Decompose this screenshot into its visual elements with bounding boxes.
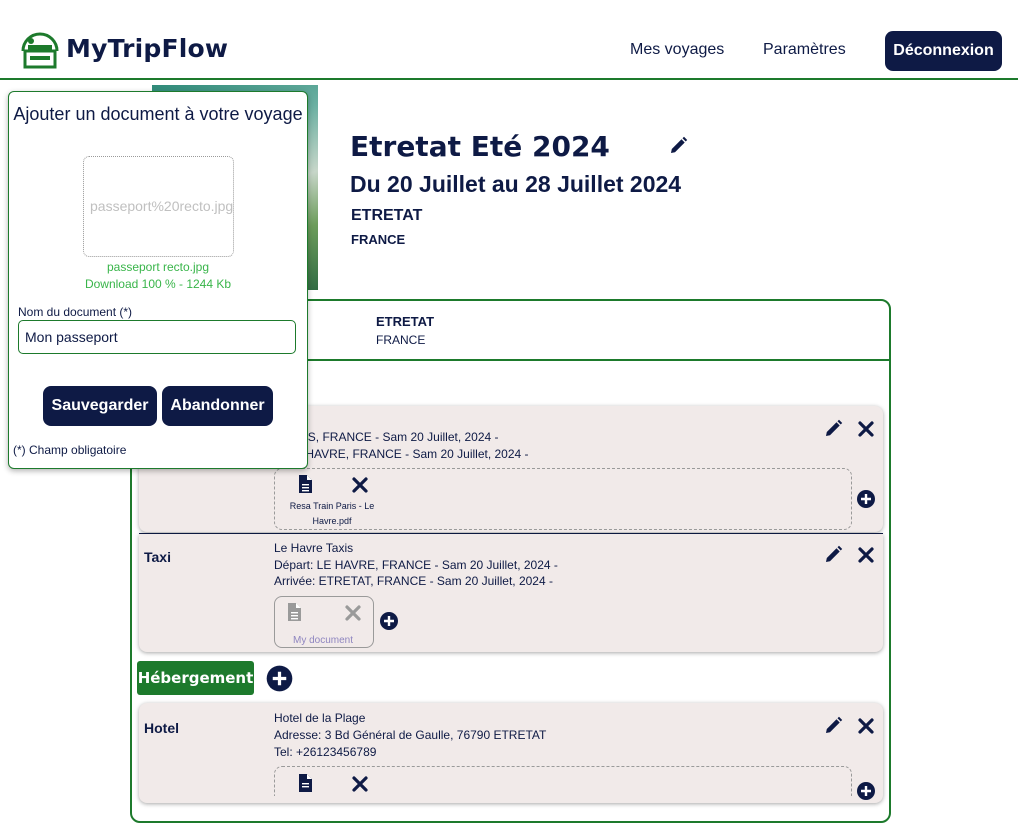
close-icon[interactable] bbox=[350, 475, 370, 495]
trip-dates: Du 20 Juillet au 28 Juillet 2024 bbox=[350, 171, 682, 197]
plus-circle-icon[interactable] bbox=[379, 611, 399, 631]
close-icon[interactable] bbox=[856, 419, 876, 439]
destination-country: FRANCE bbox=[376, 333, 426, 347]
luggage-logo-icon[interactable] bbox=[19, 27, 61, 69]
pencil-icon[interactable] bbox=[668, 136, 688, 156]
close-icon[interactable] bbox=[856, 716, 876, 736]
pencil-icon[interactable] bbox=[823, 545, 843, 565]
save-button[interactable]: Sauvegarder bbox=[43, 386, 157, 426]
close-icon bbox=[345, 605, 361, 621]
document-name[interactable]: Resa Train Paris - Le Havre.pdf bbox=[283, 499, 381, 529]
required-field-note: (*) Champ obligatoire bbox=[13, 443, 127, 457]
destination-city: ETRETAT bbox=[376, 314, 435, 329]
logout-button[interactable]: Déconnexion bbox=[885, 31, 1002, 71]
trip-city: ETRETAT bbox=[351, 207, 423, 224]
pencil-icon[interactable] bbox=[823, 419, 843, 439]
document-name-label: Nom du document (*) bbox=[18, 305, 133, 319]
document-icon[interactable] bbox=[295, 474, 315, 494]
accommodation-phone: Tel: +26123456789 bbox=[274, 745, 377, 759]
dialog-title: Ajouter un document à votre voyage bbox=[13, 104, 303, 124]
nav-parametres[interactable]: Paramètres bbox=[763, 41, 846, 59]
app-name[interactable]: MyTripFlow bbox=[66, 34, 228, 63]
plus-circle-icon[interactable] bbox=[266, 665, 293, 692]
close-icon[interactable] bbox=[350, 774, 370, 794]
document-icon[interactable] bbox=[295, 773, 315, 793]
segment-type: Taxi bbox=[144, 549, 171, 565]
segment-arrival: Arrivée: ETRETAT, FRANCE - Sam 20 Juille… bbox=[274, 574, 553, 588]
trip-country: FRANCE bbox=[351, 232, 406, 247]
document-placeholder-label: My document bbox=[292, 635, 354, 646]
accommodation-address: Adresse: 3 Bd Général de Gaulle, 76790 E… bbox=[274, 728, 547, 742]
accommodation-type: Hotel bbox=[144, 720, 179, 736]
drop-zone-filename: passeport%20recto.jpg bbox=[90, 198, 233, 214]
document-icon bbox=[288, 603, 301, 621]
trip-title: Etretat Eté 2024 bbox=[350, 130, 610, 163]
plus-circle-icon[interactable] bbox=[856, 489, 876, 509]
close-icon[interactable] bbox=[856, 545, 876, 565]
document-name-input[interactable] bbox=[18, 320, 296, 354]
segment-arrival: e: LE HAVRE, FRANCE - Sam 20 Juillet, 20… bbox=[274, 447, 529, 461]
accommodation-name: Hotel de la Plage bbox=[274, 711, 366, 725]
file-drop-zone[interactable]: passeport%20recto.jpg bbox=[83, 156, 234, 257]
segment-provider: Le Havre Taxis bbox=[274, 541, 354, 555]
section-hebergement: Hébergement bbox=[137, 661, 254, 695]
plus-circle-icon[interactable] bbox=[856, 781, 876, 801]
transport-segment bbox=[139, 534, 883, 652]
upload-status: Download 100 % - 1244 Kb bbox=[84, 277, 232, 291]
cancel-button[interactable]: Abandonner bbox=[162, 386, 273, 426]
nav-mes-voyages[interactable]: Mes voyages bbox=[630, 41, 724, 59]
pencil-icon[interactable] bbox=[823, 716, 843, 736]
segment-departure: Départ: LE HAVRE, FRANCE - Sam 20 Juille… bbox=[274, 558, 558, 572]
uploaded-filename: passeport recto.jpg bbox=[106, 260, 210, 274]
